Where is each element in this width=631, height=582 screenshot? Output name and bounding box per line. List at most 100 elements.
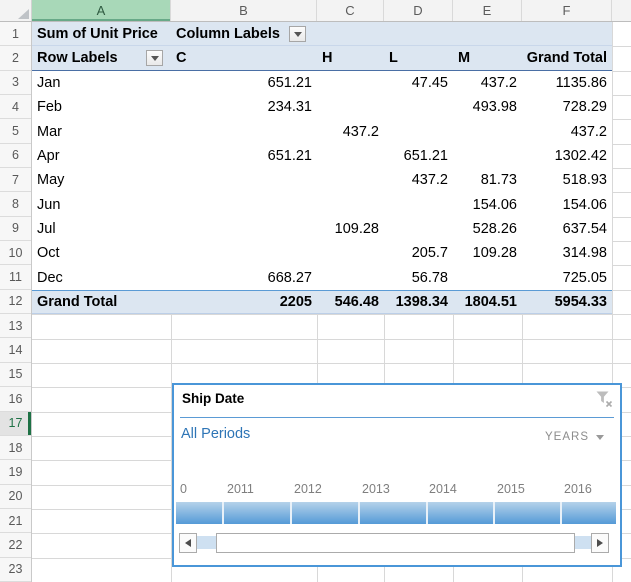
- clear-filter-icon[interactable]: [594, 389, 614, 409]
- timeline-scroll-left-button[interactable]: [179, 533, 197, 553]
- row-header-4[interactable]: 4: [0, 95, 31, 119]
- row-header-11[interactable]: 11: [0, 265, 31, 289]
- pivot-cell[interactable]: 234.31: [171, 95, 317, 119]
- pivot-cell[interactable]: [453, 119, 522, 143]
- pivot-column-header-grand-total[interactable]: Grand Total: [522, 46, 612, 69]
- pivot-cell[interactable]: 437.2: [317, 119, 384, 143]
- pivot-cell[interactable]: 651.21: [171, 144, 317, 168]
- pivot-column-header-l[interactable]: L: [384, 46, 453, 69]
- pivot-cell[interactable]: [317, 265, 384, 289]
- row-header-7[interactable]: 7: [0, 168, 31, 192]
- column-header-e[interactable]: E: [453, 0, 522, 21]
- pivot-row-label[interactable]: Dec: [32, 265, 171, 289]
- pivot-cell[interactable]: 154.06: [522, 192, 612, 216]
- pivot-cell[interactable]: 47.45: [384, 71, 453, 95]
- pivot-cell[interactable]: [453, 144, 522, 168]
- pivot-cell[interactable]: 56.78: [384, 265, 453, 289]
- pivot-cell[interactable]: [171, 192, 317, 216]
- pivot-row-label[interactable]: Oct: [32, 241, 171, 265]
- column-header-f[interactable]: F: [522, 0, 612, 21]
- pivot-cell[interactable]: 637.54: [522, 217, 612, 241]
- pivot-row-label[interactable]: Jan: [32, 71, 171, 95]
- pivot-cell[interactable]: 1398.34: [384, 291, 453, 313]
- column-header-partial[interactable]: [612, 0, 631, 21]
- pivot-cell[interactable]: 493.98: [453, 95, 522, 119]
- pivot-cell[interactable]: 437.2: [384, 168, 453, 192]
- pivot-cell[interactable]: [384, 95, 453, 119]
- pivot-cell[interactable]: 518.93: [522, 168, 612, 192]
- pivot-cell[interactable]: [317, 144, 384, 168]
- pivot-cell[interactable]: [317, 71, 384, 95]
- pivot-values-title-cell[interactable]: Sum of Unit Price: [32, 22, 171, 45]
- timeline-slicer[interactable]: Ship Date All Periods YEARS 020112012201…: [172, 383, 622, 567]
- pivot-cell[interactable]: 437.2: [522, 119, 612, 143]
- pivot-cell[interactable]: 81.73: [453, 168, 522, 192]
- time-level-selector[interactable]: YEARS: [545, 431, 604, 443]
- pivot-cell[interactable]: 5954.33: [522, 291, 612, 313]
- row-header-5[interactable]: 5: [0, 119, 31, 143]
- row-header-17[interactable]: 17: [0, 412, 31, 436]
- timeline-scroll-right-button[interactable]: [591, 533, 609, 553]
- row-labels-filter-button[interactable]: [146, 50, 163, 66]
- pivot-cell[interactable]: [317, 95, 384, 119]
- pivot-column-header-h[interactable]: H: [317, 46, 384, 69]
- pivot-cell[interactable]: 109.28: [317, 217, 384, 241]
- pivot-column-header-c[interactable]: C: [171, 46, 317, 69]
- pivot-cell[interactable]: 109.28: [453, 241, 522, 265]
- pivot-cell[interactable]: 437.2: [453, 71, 522, 95]
- pivot-cell[interactable]: [384, 217, 453, 241]
- row-header-14[interactable]: 14: [0, 338, 31, 362]
- column-header-d[interactable]: D: [384, 0, 453, 21]
- select-all-corner[interactable]: [0, 0, 32, 21]
- pivot-cell[interactable]: [171, 119, 317, 143]
- row-header-10[interactable]: 10: [0, 241, 31, 265]
- pivot-cell[interactable]: [171, 168, 317, 192]
- pivot-cell[interactable]: 1135.86: [522, 71, 612, 95]
- pivot-cell[interactable]: 668.27: [171, 265, 317, 289]
- pivot-row-label[interactable]: Apr: [32, 144, 171, 168]
- pivot-cell[interactable]: 728.29: [522, 95, 612, 119]
- pivot-cell[interactable]: 205.7: [384, 241, 453, 265]
- row-header-19[interactable]: 19: [0, 460, 31, 484]
- row-header-22[interactable]: 22: [0, 533, 31, 557]
- pivot-row-label[interactable]: Feb: [32, 95, 171, 119]
- pivot-column-header-m[interactable]: M: [453, 46, 522, 69]
- pivot-cell[interactable]: [317, 168, 384, 192]
- pivot-cell[interactable]: [317, 241, 384, 265]
- pivot-cell[interactable]: 154.06: [453, 192, 522, 216]
- row-header-21[interactable]: 21: [0, 509, 31, 533]
- pivot-cell[interactable]: 651.21: [384, 144, 453, 168]
- pivot-cell[interactable]: [171, 241, 317, 265]
- pivot-row-label[interactable]: May: [32, 168, 171, 192]
- pivot-grand-total-label[interactable]: Grand Total: [32, 291, 171, 313]
- row-header-9[interactable]: 9: [0, 217, 31, 241]
- pivot-cell[interactable]: 1804.51: [453, 291, 522, 313]
- pivot-row-label[interactable]: Jun: [32, 192, 171, 216]
- row-header-20[interactable]: 20: [0, 485, 31, 509]
- pivot-cell[interactable]: 651.21: [171, 71, 317, 95]
- row-header-1[interactable]: 1: [0, 22, 31, 46]
- column-header-b[interactable]: B: [171, 0, 317, 21]
- pivot-cell[interactable]: [453, 265, 522, 289]
- row-header-3[interactable]: 3: [0, 71, 31, 95]
- column-header-a[interactable]: A: [32, 0, 171, 21]
- pivot-cell[interactable]: 528.26: [453, 217, 522, 241]
- pivot-cell[interactable]: [384, 119, 453, 143]
- pivot-row-label[interactable]: Mar: [32, 119, 171, 143]
- row-header-6[interactable]: 6: [0, 144, 31, 168]
- pivot-cell[interactable]: [171, 217, 317, 241]
- pivot-column-labels-cell[interactable]: Column Labels: [171, 22, 612, 45]
- timeline-scrollbar-thumb[interactable]: [216, 533, 575, 553]
- pivot-cell[interactable]: 2205: [171, 291, 317, 313]
- pivot-row-label[interactable]: Jul: [32, 217, 171, 241]
- row-header-23[interactable]: 23: [0, 558, 31, 582]
- row-header-13[interactable]: 13: [0, 314, 31, 338]
- row-header-18[interactable]: 18: [0, 436, 31, 460]
- timeline-band[interactable]: [176, 502, 616, 524]
- row-header-8[interactable]: 8: [0, 192, 31, 216]
- pivot-cell[interactable]: [317, 192, 384, 216]
- pivot-cell[interactable]: 546.48: [317, 291, 384, 313]
- pivot-cell[interactable]: 725.05: [522, 265, 612, 289]
- pivot-cell[interactable]: 1302.42: [522, 144, 612, 168]
- row-header-12[interactable]: 12: [0, 290, 31, 314]
